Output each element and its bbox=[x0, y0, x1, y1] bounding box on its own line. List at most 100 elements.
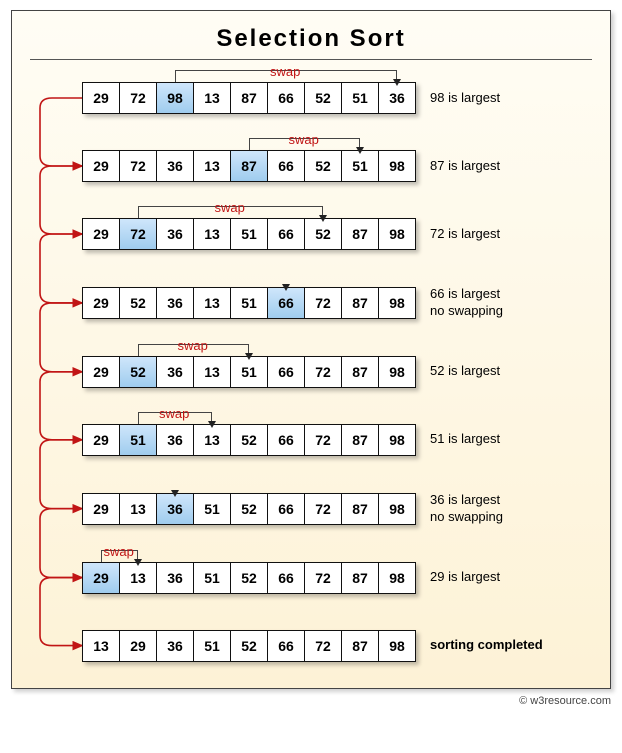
cell: 98 bbox=[378, 287, 416, 319]
cell: 29 bbox=[82, 356, 120, 388]
swap-label: swap bbox=[270, 64, 300, 79]
array-row: 132936515266728798 bbox=[82, 630, 416, 662]
cell: 29 bbox=[82, 82, 120, 114]
step: 297236138766525198swap 87 is largest bbox=[30, 150, 592, 182]
page-title: Selection Sort bbox=[30, 25, 592, 53]
cell: 66 bbox=[267, 82, 305, 114]
arrowhead-down-icon bbox=[134, 559, 142, 566]
cell: 72 bbox=[304, 493, 342, 525]
cell: 72 bbox=[119, 82, 157, 114]
cell: 87 bbox=[230, 150, 268, 182]
cell: 52 bbox=[230, 630, 268, 662]
cell: 98 bbox=[378, 424, 416, 456]
cell: 36 bbox=[156, 287, 194, 319]
cell: 98 bbox=[378, 150, 416, 182]
array-row: 297236135166528798swap bbox=[82, 218, 416, 250]
swap-label: swap bbox=[104, 544, 134, 559]
annotation: 72 is largest bbox=[430, 226, 500, 243]
cell: 29 bbox=[82, 150, 120, 182]
annotation: 52 is largest bbox=[430, 363, 500, 380]
arrowhead-down-icon bbox=[171, 490, 179, 497]
step: 297298138766525136swap98 is largest bbox=[30, 82, 592, 114]
cell: 52 bbox=[230, 493, 268, 525]
credit: © w3resource.com bbox=[11, 695, 611, 707]
cell: 52 bbox=[230, 424, 268, 456]
step: 297236135166528798swap 72 is largest bbox=[30, 218, 592, 250]
annotation: 87 is largest bbox=[430, 158, 500, 175]
array-row: 295236135166728798swap bbox=[82, 356, 416, 388]
annotation: sorting completed bbox=[430, 637, 543, 654]
array-row: 295236135166728798 bbox=[82, 287, 416, 319]
cell: 52 bbox=[119, 356, 157, 388]
cell: 13 bbox=[82, 630, 120, 662]
cell: 29 bbox=[82, 493, 120, 525]
cell: 13 bbox=[119, 493, 157, 525]
cell: 66 bbox=[267, 287, 305, 319]
cell: 72 bbox=[119, 150, 157, 182]
cell: 36 bbox=[156, 493, 194, 525]
cell: 51 bbox=[341, 150, 379, 182]
array-row: 297236138766525198swap bbox=[82, 150, 416, 182]
cell: 29 bbox=[82, 562, 120, 594]
step: 132936515266728798 sorting completed bbox=[30, 630, 592, 662]
cell: 13 bbox=[193, 218, 231, 250]
cell: 52 bbox=[119, 287, 157, 319]
cell: 13 bbox=[193, 424, 231, 456]
cell: 98 bbox=[378, 493, 416, 525]
annotation: 36 is largest no swapping bbox=[430, 492, 503, 526]
cell: 29 bbox=[82, 287, 120, 319]
cell: 51 bbox=[230, 287, 268, 319]
cell: 72 bbox=[304, 630, 342, 662]
cell: 98 bbox=[378, 562, 416, 594]
array-row: 291336515266728798 bbox=[82, 493, 416, 525]
cell: 29 bbox=[82, 218, 120, 250]
cell: 87 bbox=[341, 424, 379, 456]
cell: 36 bbox=[156, 356, 194, 388]
arrowhead-down-icon bbox=[245, 353, 253, 360]
array-row: 291336515266728798swap bbox=[82, 562, 416, 594]
cell: 98 bbox=[156, 82, 194, 114]
cell: 87 bbox=[341, 630, 379, 662]
cell: 87 bbox=[341, 562, 379, 594]
cell: 13 bbox=[193, 150, 231, 182]
swap-label: swap bbox=[215, 200, 245, 215]
cell: 51 bbox=[193, 630, 231, 662]
cell: 51 bbox=[193, 493, 231, 525]
cell: 66 bbox=[267, 424, 305, 456]
cell: 13 bbox=[193, 82, 231, 114]
cell: 36 bbox=[156, 218, 194, 250]
cell: 87 bbox=[341, 218, 379, 250]
step: 295136135266728798swap 51 is largest bbox=[30, 424, 592, 456]
cell: 51 bbox=[341, 82, 379, 114]
arrowhead-down-icon bbox=[356, 147, 364, 154]
cell: 66 bbox=[267, 630, 305, 662]
cell: 52 bbox=[230, 562, 268, 594]
cell: 87 bbox=[230, 82, 268, 114]
cell: 36 bbox=[156, 630, 194, 662]
cell: 72 bbox=[304, 562, 342, 594]
cell: 51 bbox=[230, 218, 268, 250]
cell: 98 bbox=[378, 630, 416, 662]
cell: 66 bbox=[267, 218, 305, 250]
cell: 13 bbox=[193, 287, 231, 319]
cell: 29 bbox=[82, 424, 120, 456]
arrowhead-down-icon bbox=[393, 79, 401, 86]
swap-label: swap bbox=[178, 338, 208, 353]
step: 291336515266728798 36 is largest no swapp… bbox=[30, 492, 592, 526]
cell: 52 bbox=[304, 82, 342, 114]
annotation: 51 is largest bbox=[430, 431, 500, 448]
swap-label: swap bbox=[289, 132, 319, 147]
cell: 52 bbox=[304, 218, 342, 250]
cell: 66 bbox=[267, 562, 305, 594]
cell: 52 bbox=[304, 150, 342, 182]
cell: 72 bbox=[119, 218, 157, 250]
array-row: 295136135266728798swap bbox=[82, 424, 416, 456]
cell: 66 bbox=[267, 356, 305, 388]
cell: 36 bbox=[156, 150, 194, 182]
cell: 72 bbox=[304, 287, 342, 319]
array-row: 297298138766525136swap bbox=[82, 82, 416, 114]
cell: 72 bbox=[304, 424, 342, 456]
cell: 36 bbox=[156, 424, 194, 456]
cell: 66 bbox=[267, 150, 305, 182]
step: 295236135166728798swap 52 is largest bbox=[30, 356, 592, 388]
